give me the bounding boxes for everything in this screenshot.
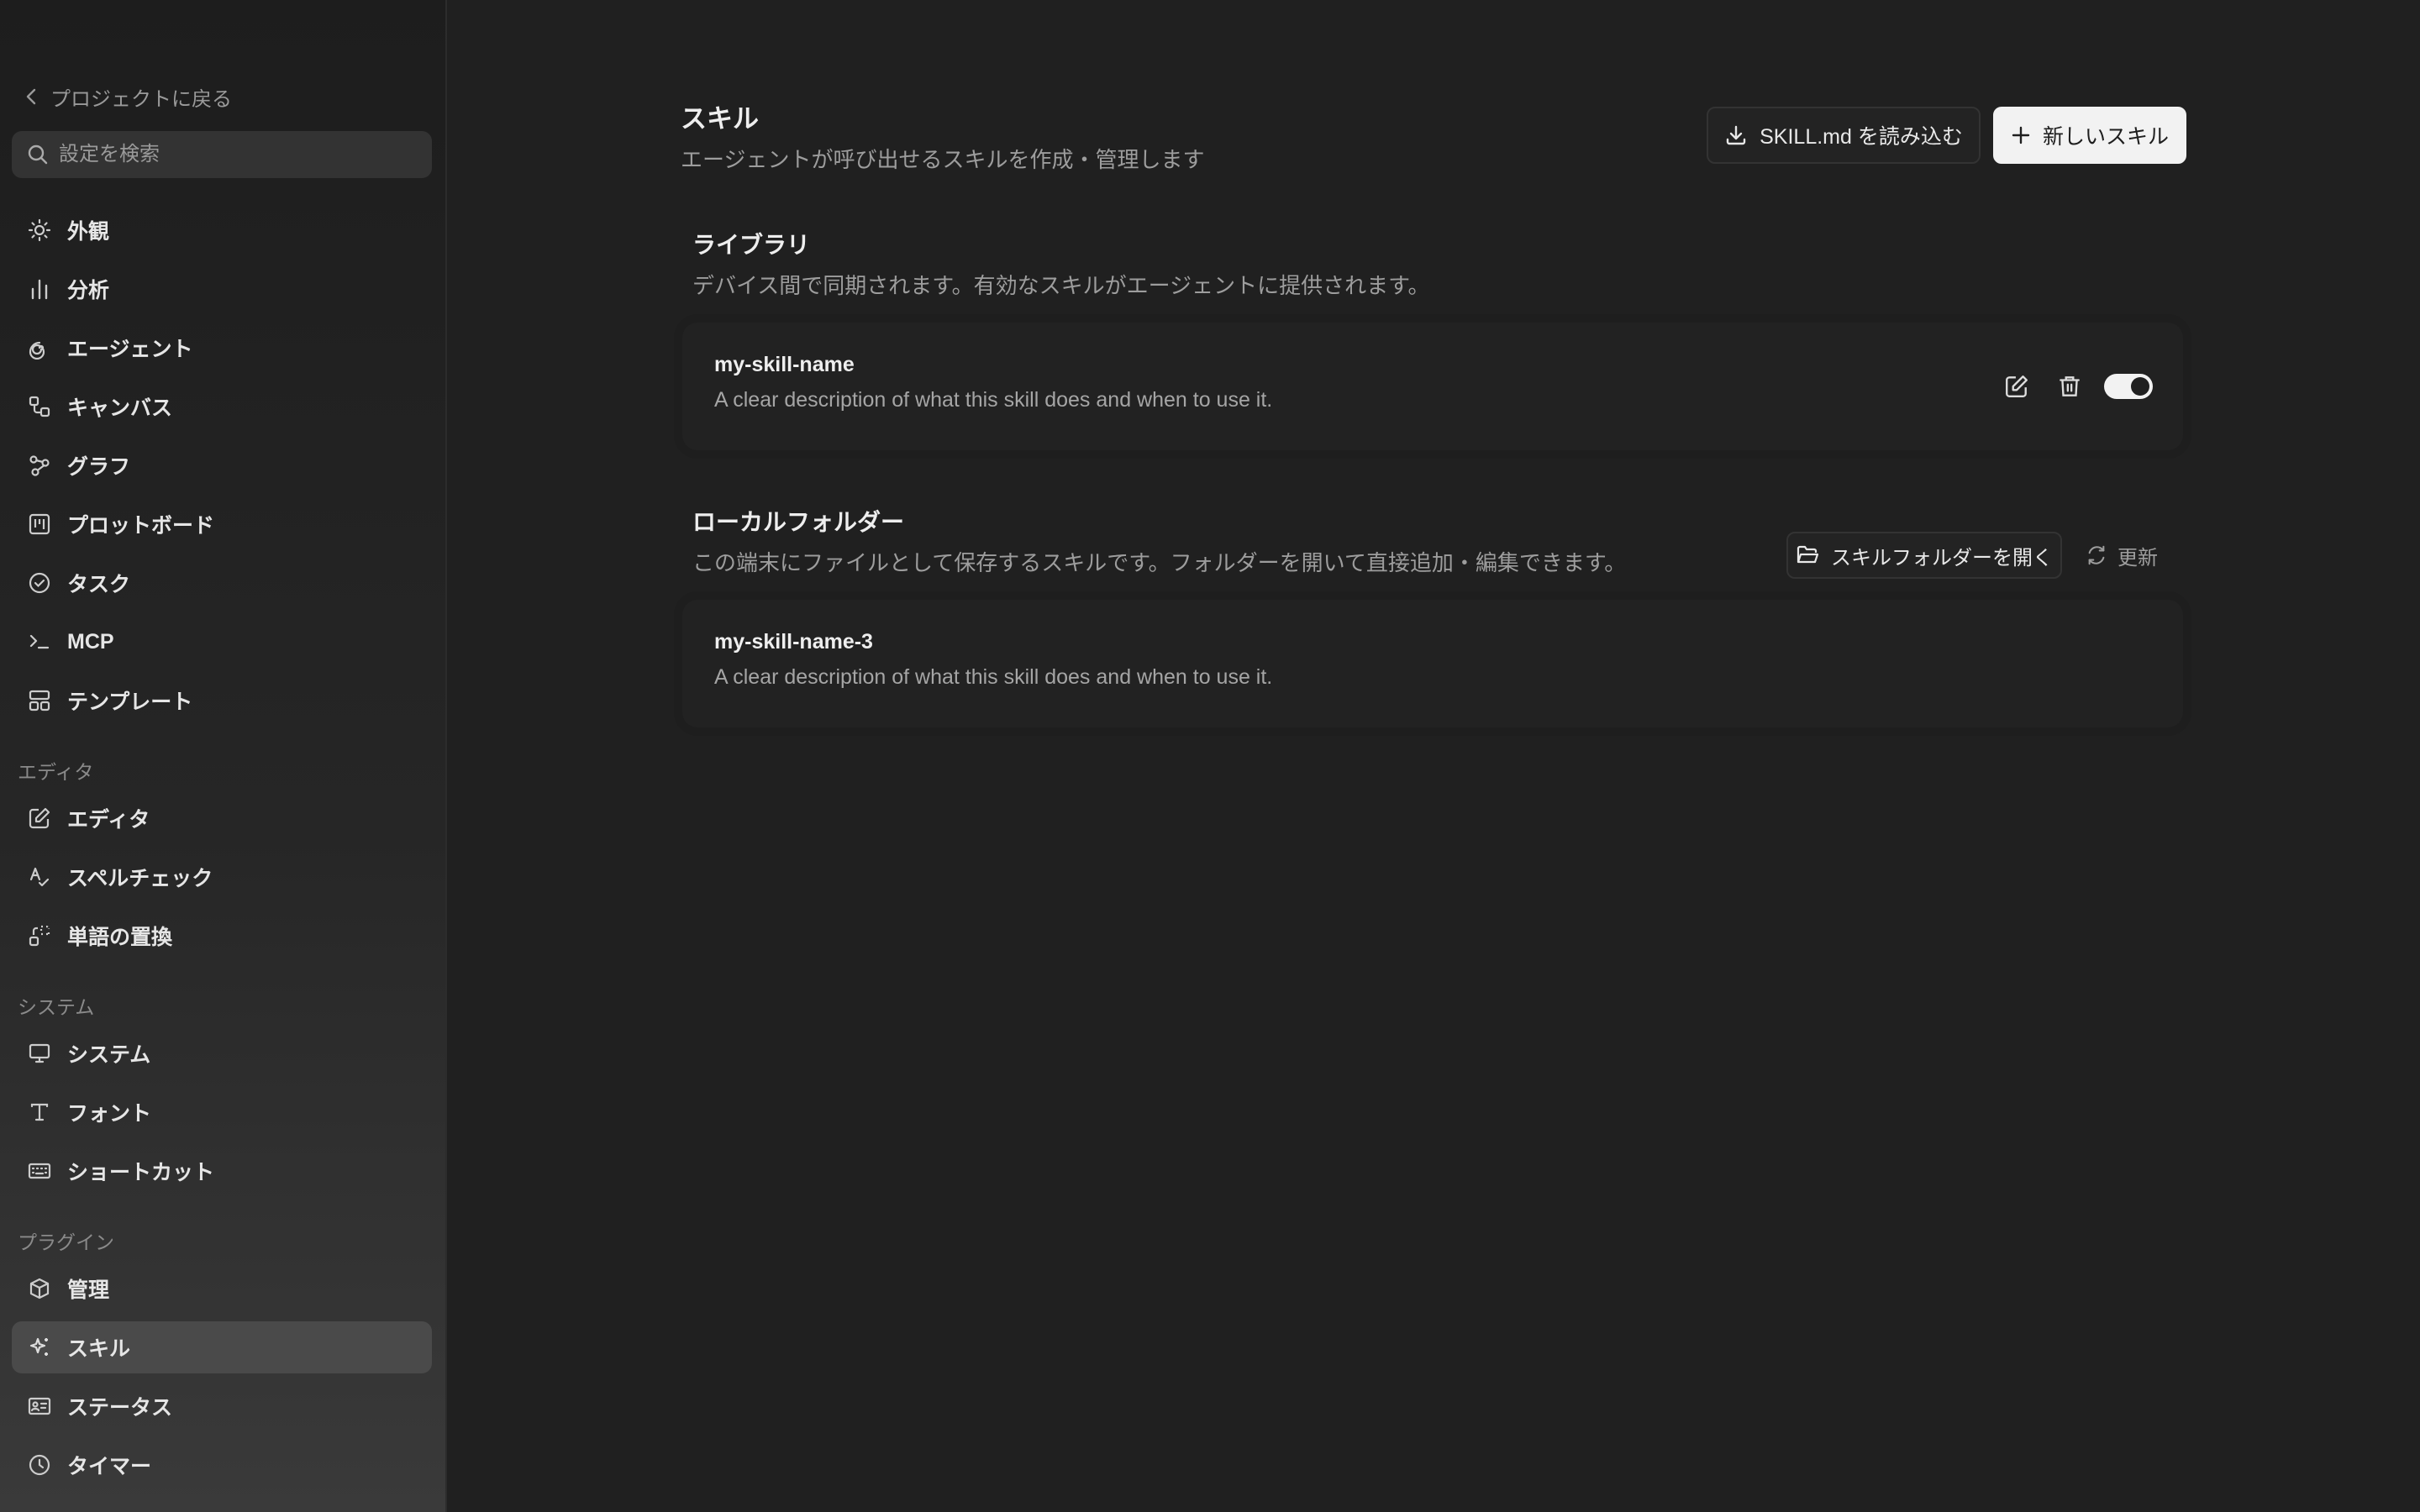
folder-open-icon: [1796, 543, 1819, 567]
box-icon: [27, 1276, 52, 1301]
plus-icon: [2011, 125, 2031, 145]
sidebar-item-label: エージェント: [67, 338, 193, 361]
sidebar-item-fonts[interactable]: フォント: [12, 1086, 432, 1138]
sparkles-icon: [27, 1335, 52, 1360]
import-label: SKILL.md を読み込む: [1760, 125, 1963, 149]
sidebar-item-label: 分析: [67, 279, 110, 302]
type-icon: [27, 1100, 52, 1125]
skill-description: A clear description of what this skill d…: [714, 665, 1273, 689]
keyboard-icon: [27, 1158, 52, 1184]
bar-chart-icon: [27, 276, 52, 302]
settings-search[interactable]: [12, 131, 432, 178]
search-input[interactable]: [57, 142, 413, 167]
skill-name: my-skill-name-3: [714, 630, 873, 654]
edit-icon: [2004, 374, 2029, 399]
sidebar-item-label: 単語の置換: [67, 926, 173, 949]
sidebar-item-label: タスク: [67, 573, 131, 596]
trash-icon: [2057, 374, 2082, 399]
skill-description: A clear description of what this skill d…: [714, 388, 1273, 412]
sidebar-item-label: ステータス: [67, 1396, 173, 1420]
kanban-icon: [27, 512, 52, 537]
delete-skill-button[interactable]: [2053, 370, 2086, 403]
sidebar-item-label: システム: [67, 1043, 151, 1067]
toggle-knob: [2131, 377, 2149, 396]
sidebar-item-agent[interactable]: エージェント: [12, 322, 432, 374]
refresh-icon: [2086, 544, 2107, 566]
edit-icon: [27, 806, 52, 831]
edit-skill-button[interactable]: [2000, 370, 2033, 403]
layout-icon: [27, 688, 52, 713]
sidebar-item-timer[interactable]: タイマー: [12, 1439, 432, 1491]
new-skill-button[interactable]: 新しいスキル: [1993, 107, 2186, 164]
sidebar-item-word-replace[interactable]: 単語の置換: [12, 910, 432, 962]
page-subtitle: エージェントが呼び出せるスキルを作成・管理します: [681, 147, 1205, 172]
refresh-button[interactable]: 更新: [2086, 532, 2158, 579]
sidebar-item-system[interactable]: システム: [12, 1027, 432, 1079]
sidebar-item-graph[interactable]: グラフ: [12, 439, 432, 491]
sidebar-item-label: スペルチェック: [67, 867, 213, 890]
refresh-label: 更新: [2118, 546, 2158, 570]
section-label-editor: エディタ: [18, 761, 94, 783]
open-skill-folder-button[interactable]: スキルフォルダーを開く: [1786, 532, 2062, 579]
sidebar-item-label: キャンバス: [67, 396, 173, 420]
sidebar-item-status[interactable]: ステータス: [12, 1380, 432, 1432]
library-skill-card[interactable]: my-skill-name A clear description of wha…: [682, 323, 2183, 450]
check-circle-icon: [27, 570, 52, 596]
local-folder-subtitle: この端末にファイルとして保存するスキルです。フォルダーを開いて直接追加・編集でき…: [692, 550, 1627, 575]
clock-icon: [27, 1452, 52, 1478]
sidebar-item-label: テンプレート: [67, 690, 193, 714]
skill-enabled-toggle[interactable]: [2104, 374, 2153, 399]
sidebar-item-tasks[interactable]: タスク: [12, 557, 432, 609]
library-title: ライブラリ: [692, 232, 811, 258]
sidebar-item-label: ショートカット: [67, 1161, 215, 1184]
sidebar-item-label: 外観: [67, 220, 110, 244]
library-subtitle: デバイス間で同期されます。有効なスキルがエージェントに提供されます。: [692, 273, 1430, 298]
sidebar-item-label: タイマー: [67, 1455, 152, 1478]
sidebar-item-manage[interactable]: 管理: [12, 1263, 432, 1315]
page-title: スキル: [681, 104, 759, 134]
import-skill-md-button[interactable]: SKILL.md を読み込む: [1707, 107, 1981, 164]
sidebar-item-label: エディタ: [67, 808, 150, 832]
canvas-icon: [27, 394, 52, 419]
sidebar-item-templates[interactable]: テンプレート: [12, 675, 432, 727]
sidebar-item-analytics[interactable]: 分析: [12, 263, 432, 315]
spellcheck-icon: [27, 864, 52, 890]
graph-icon: [27, 453, 52, 478]
download-icon: [1724, 123, 1748, 147]
sidebar-item-label: MCP: [67, 629, 114, 654]
sidebar-item-label: フォント: [67, 1102, 152, 1126]
sidebar-item-label: グラフ: [67, 455, 131, 479]
local-folder-title: ローカルフォルダー: [692, 509, 905, 535]
sidebar-item-plotboard[interactable]: プロットボード: [12, 498, 432, 550]
section-label-plugins: プラグイン: [18, 1231, 114, 1253]
sidebar-item-shortcuts[interactable]: ショートカット: [12, 1145, 432, 1197]
id-card-icon: [27, 1394, 52, 1419]
sidebar-item-canvas[interactable]: キャンバス: [12, 381, 432, 433]
section-label-system: システム: [18, 996, 95, 1018]
back-label: プロジェクトに戻る: [50, 87, 232, 111]
spiral-icon: [27, 335, 52, 360]
back-to-project-link[interactable]: プロジェクトに戻る: [25, 81, 232, 113]
skill-name: my-skill-name: [714, 353, 855, 376]
sidebar-item-editor[interactable]: エディタ: [12, 792, 432, 844]
sidebar-item-label: 管理: [67, 1278, 110, 1302]
sidebar-item-spellcheck[interactable]: スペルチェック: [12, 851, 432, 903]
local-skill-card[interactable]: my-skill-name-3 A clear description of w…: [682, 600, 2183, 727]
new-skill-label: 新しいスキル: [2042, 125, 2169, 149]
sidebar-item-appearance[interactable]: 外観: [12, 204, 432, 256]
chevron-left-icon: [25, 87, 37, 106]
terminal-icon: [27, 629, 52, 654]
settings-sidebar: プロジェクトに戻る 外観 分析 エージェント キャンバス グラフ: [0, 0, 447, 1512]
monitor-icon: [27, 1041, 52, 1066]
sidebar-item-mcp[interactable]: MCP: [12, 616, 432, 668]
sidebar-item-label: スキル: [67, 1337, 131, 1361]
sun-icon: [27, 218, 52, 243]
search-icon: [27, 144, 49, 165]
replace-icon: [27, 923, 52, 948]
sidebar-item-skills[interactable]: スキル: [12, 1321, 432, 1373]
sidebar-item-label: プロットボード: [67, 514, 215, 538]
open-folder-label: スキルフォルダーを開く: [1831, 546, 2053, 570]
